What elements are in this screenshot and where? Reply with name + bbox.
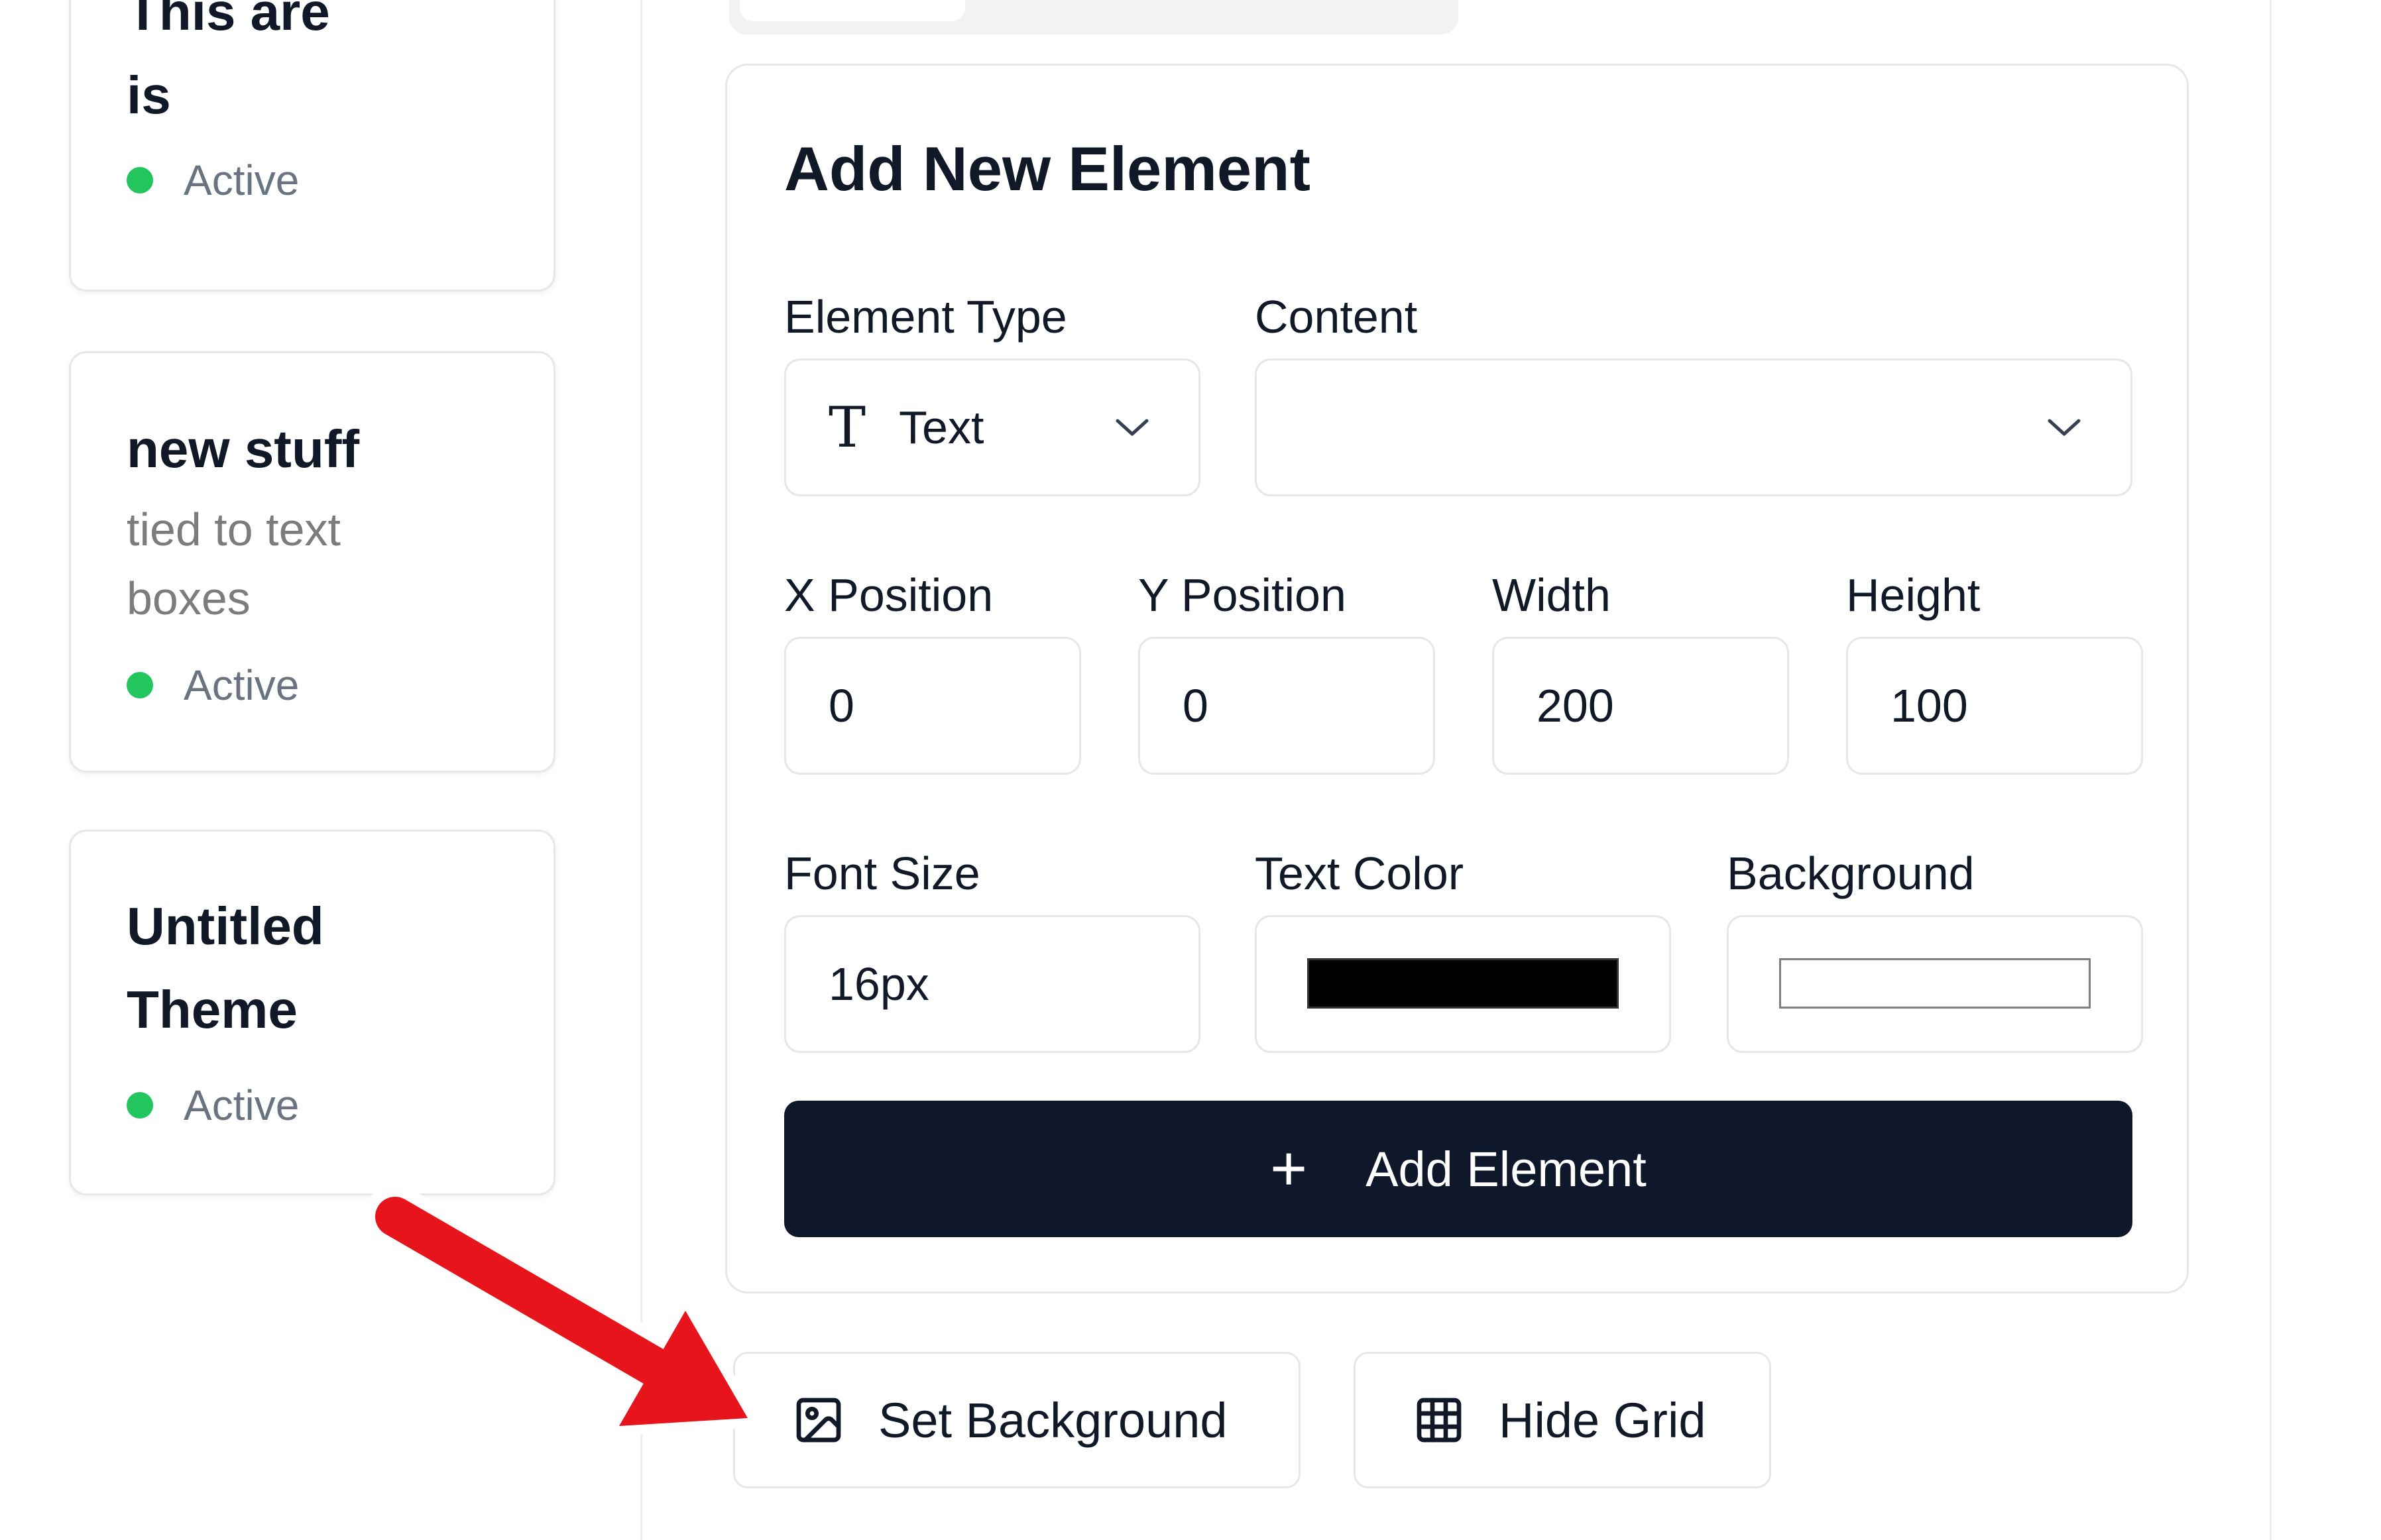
annotation-arrow-icon [363, 1185, 758, 1436]
